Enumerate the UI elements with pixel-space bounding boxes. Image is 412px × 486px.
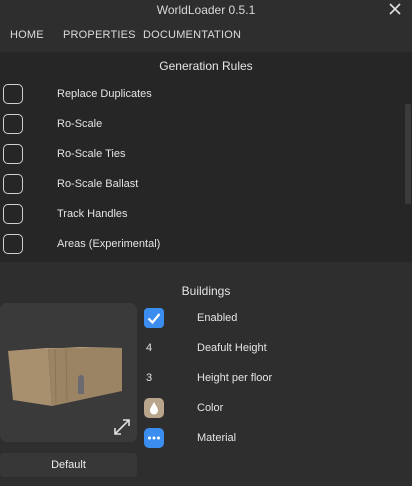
color-label: Color <box>197 402 224 414</box>
ro-scale-ties-checkbox[interactable] <box>3 144 23 164</box>
track-handles-checkbox[interactable] <box>3 204 23 224</box>
expand-icon[interactable] <box>113 418 131 436</box>
window-title: WorldLoader 0.5.1 <box>156 3 256 17</box>
enabled-checkbox[interactable] <box>144 308 164 328</box>
areas-checkbox[interactable] <box>3 234 23 254</box>
rule-label: Areas (Experimental) <box>57 238 161 250</box>
color-row: Color <box>143 397 403 421</box>
default-button[interactable]: Default <box>0 453 137 477</box>
rule-row-replace-duplicates: Replace Duplicates <box>0 82 400 110</box>
rule-label: Track Handles <box>57 208 128 220</box>
rule-row-ro-scale: Ro-Scale <box>0 112 400 140</box>
material-label: Material <box>197 432 237 444</box>
menu-bar: HOME PROPERTIES DOCUMENTATION <box>0 22 412 48</box>
title-bar: WorldLoader 0.5.1 <box>0 0 412 22</box>
color-picker-button[interactable] <box>144 398 164 418</box>
enabled-label: Enabled <box>197 312 238 324</box>
building-preview <box>0 303 137 442</box>
rule-label: Replace Duplicates <box>57 88 152 100</box>
default-height-label: Deafult Height <box>197 342 267 354</box>
paint-drop-icon <box>150 402 158 415</box>
material-row: Material <box>143 427 403 451</box>
rule-label: Ro-Scale <box>57 118 103 130</box>
menu-home[interactable]: HOME <box>10 29 44 41</box>
checkmark-icon <box>147 313 161 325</box>
ro-scale-ballast-checkbox[interactable] <box>3 174 23 194</box>
ro-scale-checkbox[interactable] <box>3 114 23 134</box>
rule-label: Ro-Scale Ballast <box>57 178 139 190</box>
height-per-floor-input[interactable]: 3 <box>146 372 152 384</box>
menu-documentation[interactable]: DOCUMENTATION <box>143 29 241 41</box>
default-height-input[interactable]: 4 <box>146 342 152 354</box>
height-per-floor-row: 3 Height per floor <box>143 367 403 391</box>
close-icon[interactable] <box>388 2 402 16</box>
enabled-row: Enabled <box>143 307 403 331</box>
buildings-title: Buildings <box>181 284 231 298</box>
replace-duplicates-checkbox[interactable] <box>3 84 23 104</box>
rule-row-ro-scale-ballast: Ro-Scale Ballast <box>0 172 400 200</box>
rule-row-track-handles: Track Handles <box>0 202 400 230</box>
rule-label: Ro-Scale Ties <box>57 148 126 160</box>
material-picker-button[interactable] <box>144 428 164 448</box>
menu-properties[interactable]: PROPERTIES <box>63 29 136 41</box>
generation-rules-title: Generation Rules <box>159 59 253 73</box>
scrollbar[interactable] <box>405 104 411 204</box>
rule-row-ro-scale-ties: Ro-Scale Ties <box>0 142 400 170</box>
height-per-floor-label: Height per floor <box>197 372 273 384</box>
default-height-row: 4 Deafult Height <box>143 337 403 361</box>
more-dots-icon <box>148 436 160 440</box>
rule-row-areas: Areas (Experimental) <box>0 232 400 260</box>
